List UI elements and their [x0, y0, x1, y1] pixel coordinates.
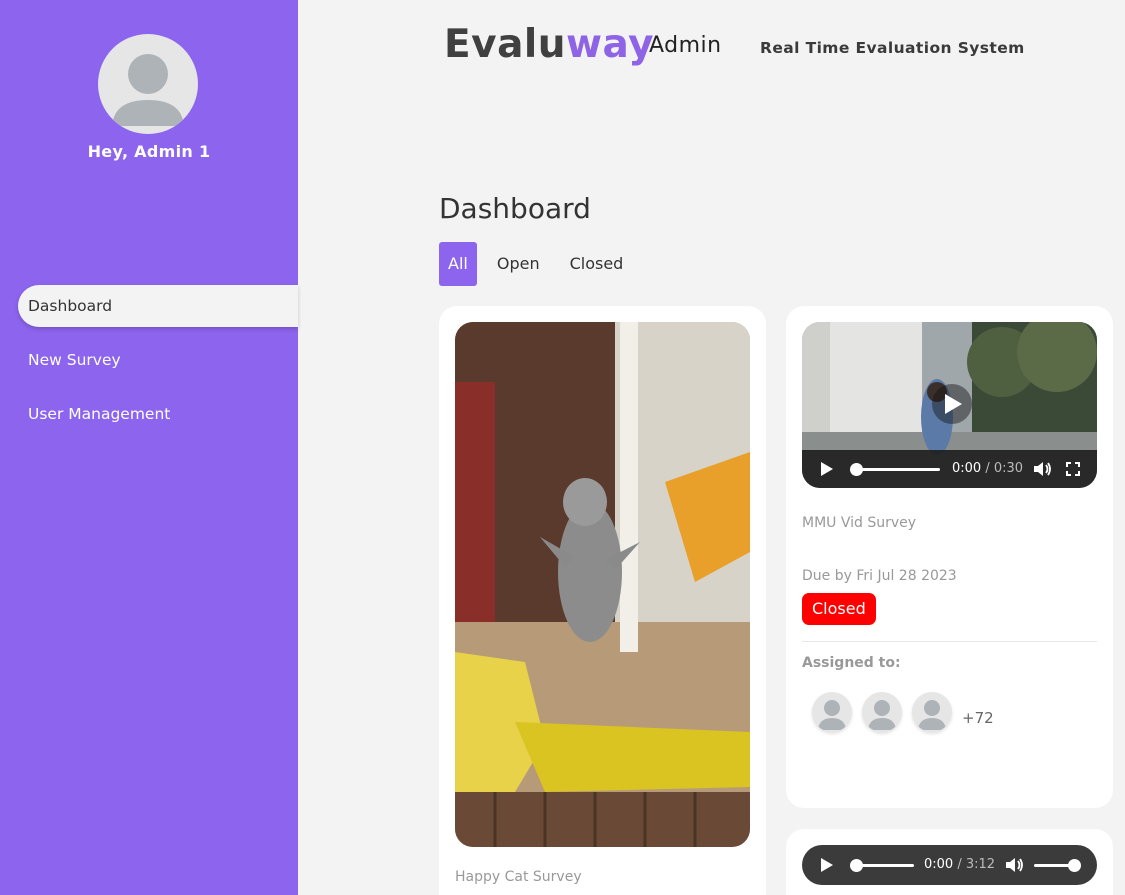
assignee-avatar — [862, 692, 902, 732]
tagline: Real Time Evaluation System — [760, 39, 1025, 57]
audio-player[interactable]: 0:00 / 3:12 — [802, 845, 1097, 885]
audio-progress-handle[interactable] — [850, 859, 863, 872]
survey-card[interactable]: 0:00 / 0:30 MMU Vid Survey Due by Fri Ju… — [786, 306, 1113, 808]
sidebar-item-user-management[interactable]: User Management — [18, 393, 298, 435]
video-time: 0:00 / 0:30 — [952, 461, 1024, 476]
audio-time: 0:00 / 3:12 — [924, 857, 996, 872]
survey-title[interactable]: Happy Cat Survey — [455, 869, 582, 885]
survey-title[interactable]: MMU Vid Survey — [802, 515, 916, 531]
user-icon — [868, 700, 896, 730]
admin-avatar — [98, 34, 198, 134]
brand-part1: Evalu — [444, 22, 567, 67]
filter-all[interactable]: All — [439, 242, 477, 286]
video-controls: 0:00 / 0:30 — [802, 450, 1097, 488]
status-badge: Closed — [802, 593, 876, 625]
fullscreen-icon[interactable] — [1066, 462, 1080, 476]
assignee-avatar — [812, 692, 852, 732]
survey-card[interactable]: 0:00 / 3:12 — [786, 829, 1113, 895]
video-player[interactable]: 0:00 / 0:30 — [802, 322, 1097, 488]
volume-icon[interactable] — [1006, 857, 1024, 873]
user-icon — [818, 700, 846, 730]
page-title: Dashboard — [439, 192, 591, 225]
survey-image — [455, 322, 750, 847]
filter-tabs: All Open Closed — [439, 242, 643, 286]
due-date: Due by Fri Jul 28 2023 — [802, 568, 957, 584]
divider — [802, 641, 1097, 642]
greeting: Hey, Admin 1 — [87, 142, 211, 161]
user-icon — [918, 700, 946, 730]
audio-progress-bar[interactable] — [854, 864, 914, 867]
sidebar-item-label: User Management — [28, 405, 171, 423]
user-icon — [112, 54, 184, 126]
filter-open[interactable]: Open — [487, 242, 550, 286]
assignee-more-count[interactable]: +72 — [962, 709, 994, 727]
volume-icon[interactable] — [1034, 461, 1052, 477]
video-progress-handle[interactable] — [850, 463, 863, 476]
role-label: Admin — [649, 33, 722, 58]
sidebar-item-dashboard[interactable]: Dashboard — [18, 285, 298, 327]
sidebar: Hey, Admin 1 Dashboard New Survey User M… — [0, 0, 298, 895]
play-icon[interactable] — [820, 858, 834, 872]
assigned-label: Assigned to: — [802, 655, 901, 671]
sidebar-item-label: New Survey — [28, 351, 121, 369]
brand-part2: way — [566, 22, 655, 67]
sidebar-item-label: Dashboard — [28, 297, 113, 315]
audio-volume-handle[interactable] — [1068, 859, 1081, 872]
filter-closed[interactable]: Closed — [560, 242, 634, 286]
play-icon[interactable] — [820, 462, 834, 476]
video-progress-bar[interactable] — [852, 468, 940, 471]
brand-logo: Evaluway — [444, 22, 654, 67]
sidebar-item-new-survey[interactable]: New Survey — [18, 339, 298, 381]
survey-card[interactable]: Happy Cat Survey — [439, 306, 766, 895]
assignee-avatar — [912, 692, 952, 732]
